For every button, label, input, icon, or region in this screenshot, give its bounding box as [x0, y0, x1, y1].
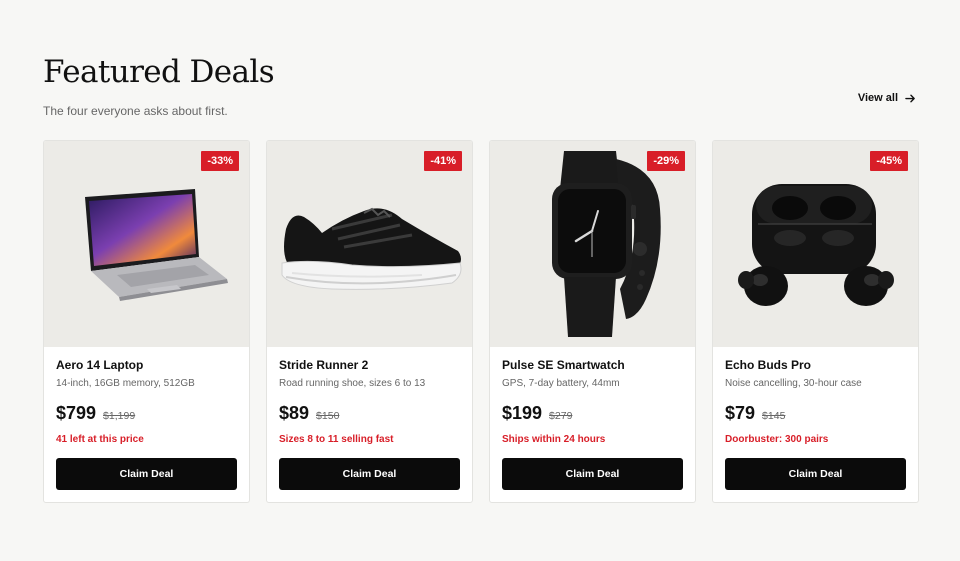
urgency-note: 41 left at this price	[56, 434, 144, 445]
original-price: $150	[316, 410, 340, 422]
urgency-note: Ships within 24 hours	[502, 434, 606, 445]
urgency-note: Doorbuster: 300 pairs	[725, 434, 829, 445]
deals-grid: -33% Aero 14 Laptop 14-inch, 16GB memory…	[43, 140, 919, 503]
earbuds-image	[737, 184, 894, 306]
urgency-note: Sizes 8 to 11 selling fast	[279, 434, 394, 445]
original-price: $1,199	[103, 410, 136, 422]
discount-badge: -45%	[870, 151, 908, 171]
sale-price: $799	[56, 403, 97, 423]
price-row: $199 $279	[502, 403, 683, 424]
running-shoe-image	[281, 207, 462, 290]
price-row: $89 $150	[279, 403, 460, 424]
original-price: $279	[549, 410, 573, 422]
product-name: Aero 14 Laptop	[56, 358, 144, 372]
product-card[interactable]: -29% Pulse SE Smartwatch GPS, 7-day batt…	[489, 140, 696, 503]
product-name: Pulse SE Smartwatch	[502, 358, 625, 372]
product-image-area	[267, 141, 472, 347]
laptop-image	[84, 189, 228, 301]
claim-deal-button[interactable]: Claim Deal	[725, 458, 906, 490]
product-card[interactable]: -33% Aero 14 Laptop 14-inch, 16GB memory…	[43, 140, 250, 503]
sale-price: $79	[725, 403, 756, 423]
product-description: Road running shoe, sizes 6 to 13	[279, 378, 426, 389]
view-all-link[interactable]: View all	[858, 92, 916, 104]
page-subtitle: The four everyone asks about first.	[43, 104, 228, 118]
product-image-area	[490, 141, 695, 347]
claim-deal-button[interactable]: Claim Deal	[56, 458, 237, 490]
product-description: Noise cancelling, 30-hour case	[725, 378, 862, 389]
section-header: Featured Deals The four everyone asks ab…	[43, 52, 275, 118]
view-all-label: View all	[857, 92, 898, 104]
discount-badge: -41%	[424, 151, 462, 171]
product-name: Stride Runner 2	[279, 358, 369, 372]
discount-badge: -33%	[201, 151, 239, 171]
product-card[interactable]: -45% Echo Buds Pro Noise cancelling, 30-…	[712, 140, 919, 503]
claim-deal-button[interactable]: Claim Deal	[279, 458, 460, 490]
sale-price: $89	[279, 403, 310, 423]
arrow-right-icon	[905, 94, 915, 102]
discount-badge: -29%	[647, 151, 685, 171]
product-card[interactable]: -41% Stride Runner 2 Road running shoe, …	[266, 140, 473, 503]
product-image-area	[713, 141, 918, 347]
sale-price: $199	[502, 403, 543, 423]
product-image-area	[44, 141, 249, 347]
claim-deal-button[interactable]: Claim Deal	[502, 458, 683, 490]
original-price: $145	[762, 410, 786, 422]
price-row: $799 $1,199	[56, 403, 237, 424]
smartwatch-image	[551, 151, 661, 337]
product-description: 14-inch, 16GB memory, 512GB	[56, 378, 195, 389]
price-row: $79 $145	[725, 403, 906, 424]
product-name: Echo Buds Pro	[725, 358, 812, 372]
product-description: GPS, 7-day battery, 44mm	[502, 378, 620, 389]
page-title: Featured Deals	[43, 54, 275, 90]
